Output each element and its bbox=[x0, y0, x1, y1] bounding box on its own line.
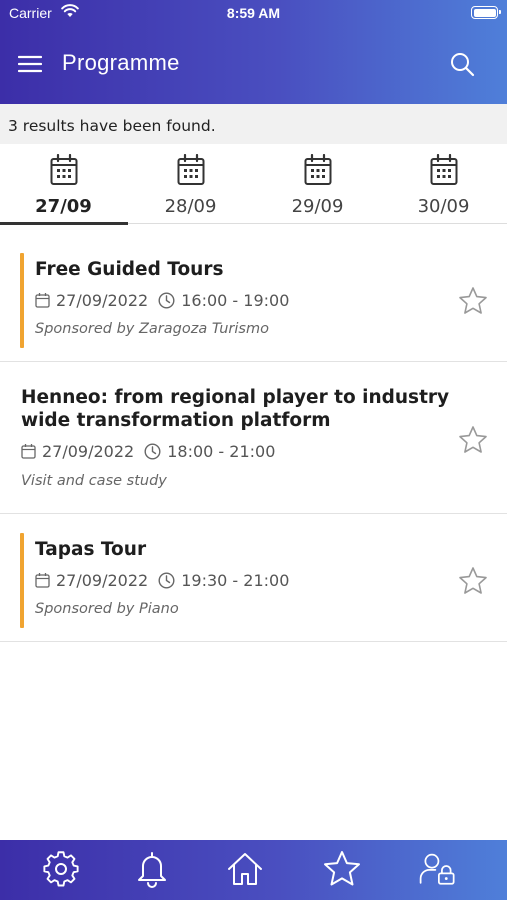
app-header: Carrier 8:59 AM Programme bbox=[0, 0, 507, 104]
event-time: 18:00 - 21:00 bbox=[167, 441, 276, 461]
event-subtitle: Sponsored by Zaragoza Turismo bbox=[35, 321, 269, 337]
bottom-navigation bbox=[0, 840, 507, 900]
event-subtitle: Sponsored by Piano bbox=[35, 601, 179, 617]
sponsored-accent-bar bbox=[20, 253, 24, 348]
status-time: 8:59 AM bbox=[226, 5, 281, 21]
calendar-icon bbox=[21, 444, 36, 459]
tab-label: 29/09 bbox=[291, 196, 344, 217]
clock-icon bbox=[158, 291, 175, 309]
calendar-icon bbox=[35, 573, 50, 588]
favorite-star-icon[interactable] bbox=[458, 425, 488, 455]
tab-30-09[interactable]: 30/09 bbox=[380, 144, 507, 224]
tab-label: 30/09 bbox=[417, 196, 470, 217]
event-title: Free Guided Tours bbox=[35, 259, 224, 280]
event-title-line-1: Henneo: from regional player to industry bbox=[21, 387, 450, 408]
tab-label: 27/09 bbox=[35, 196, 92, 217]
event-subtitle: Visit and case study bbox=[21, 473, 167, 489]
event-time: 16:00 - 19:00 bbox=[181, 290, 290, 310]
clock-icon bbox=[144, 442, 161, 460]
calendar-icon bbox=[50, 154, 78, 185]
star-icon[interactable] bbox=[322, 849, 362, 889]
tab-label: 28/09 bbox=[164, 196, 217, 217]
calendar-icon bbox=[35, 293, 50, 308]
bell-icon[interactable] bbox=[132, 849, 172, 889]
results-count: 3 results have been found. bbox=[0, 104, 507, 144]
favorite-star-icon[interactable] bbox=[458, 286, 488, 316]
clock-icon bbox=[158, 571, 175, 589]
event-title: Tapas Tour bbox=[35, 539, 147, 560]
date-tabs: 27/09 28/09 29/09 30/09 bbox=[0, 144, 507, 225]
tab-27-09[interactable]: 27/09 bbox=[0, 144, 128, 225]
sponsored-accent-bar bbox=[20, 533, 24, 628]
battery-icon bbox=[471, 6, 501, 19]
event-title-line-2: wide transformation platform bbox=[21, 410, 331, 431]
event-meta: 27/09/2022 19:30 - 21:00 bbox=[35, 570, 289, 590]
calendar-icon bbox=[177, 154, 205, 185]
event-date: 27/09/2022 bbox=[56, 570, 149, 590]
event-meta: 27/09/2022 18:00 - 21:00 bbox=[21, 441, 275, 461]
user-lock-icon[interactable] bbox=[418, 849, 458, 889]
event-card[interactable]: Free Guided Tours 27/09/2022 16:00 - 19:… bbox=[0, 224, 507, 362]
tab-29-09[interactable]: 29/09 bbox=[254, 144, 381, 224]
hamburger-menu-icon[interactable] bbox=[18, 52, 42, 76]
event-meta: 27/09/2022 16:00 - 19:00 bbox=[35, 290, 289, 310]
event-time: 19:30 - 21:00 bbox=[181, 570, 290, 590]
event-date: 27/09/2022 bbox=[56, 290, 149, 310]
event-date: 27/09/2022 bbox=[42, 441, 135, 461]
calendar-icon bbox=[304, 154, 332, 185]
calendar-icon bbox=[430, 154, 458, 185]
gear-icon[interactable] bbox=[41, 849, 81, 889]
home-icon[interactable] bbox=[225, 849, 265, 889]
tab-28-09[interactable]: 28/09 bbox=[127, 144, 254, 224]
status-bar: Carrier 8:59 AM bbox=[0, 0, 507, 28]
page-title: Programme bbox=[62, 50, 180, 75]
search-icon[interactable] bbox=[449, 51, 475, 77]
event-card[interactable]: Henneo: from regional player to industry… bbox=[0, 362, 507, 514]
event-card[interactable]: Tapas Tour 27/09/2022 19:30 - 21:00 Spon… bbox=[0, 514, 507, 642]
favorite-star-icon[interactable] bbox=[458, 566, 488, 596]
